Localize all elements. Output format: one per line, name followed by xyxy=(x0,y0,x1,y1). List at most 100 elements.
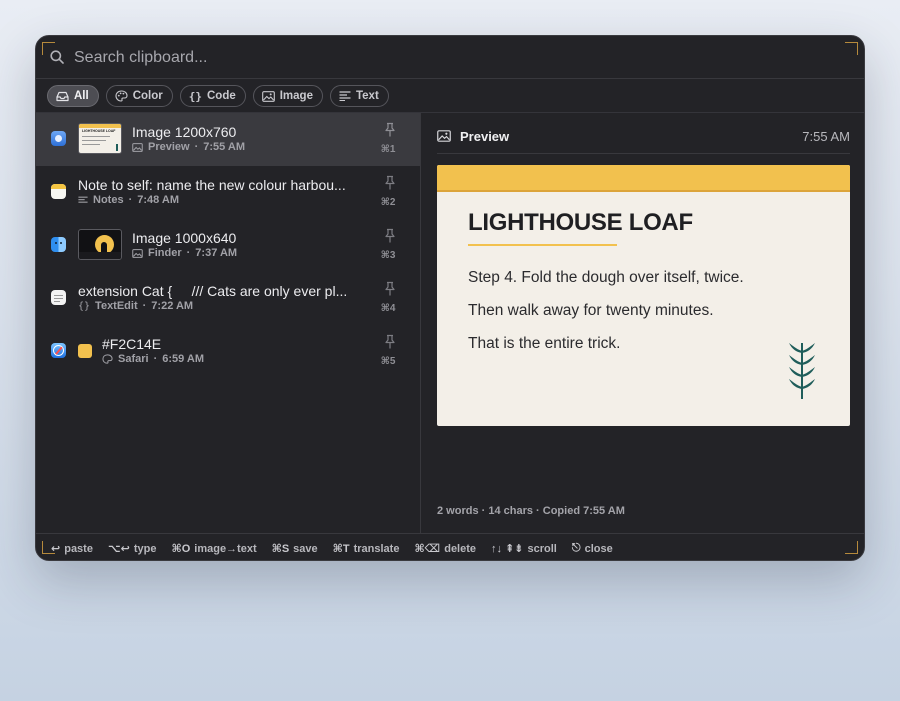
filter-chip-image[interactable]: Image xyxy=(252,85,323,107)
hint-key: ↩ xyxy=(51,543,61,555)
item-app: Safari xyxy=(118,353,149,365)
image-thumbnail: LIGHTHOUSE LOAF xyxy=(78,123,122,154)
meta-separator: · xyxy=(153,353,158,365)
item-app: Finder xyxy=(148,247,182,259)
filter-chip-code[interactable]: {} Code xyxy=(179,85,246,107)
item-title: Note to self: name the new colour harbou… xyxy=(78,177,346,193)
clipboard-window: All Color {} Code Image Text LIGHTHO xyxy=(35,35,865,561)
meta-separator: · xyxy=(186,247,191,259)
item-app: TextEdit xyxy=(95,300,138,312)
hint-paste[interactable]: ↩ paste xyxy=(51,542,93,556)
search-icon xyxy=(50,50,64,64)
hint-label: save xyxy=(293,542,318,555)
card-header-band xyxy=(437,165,850,192)
list-item[interactable]: extension Cat { /// Cats are only ever p… xyxy=(36,272,420,325)
hint-label: image→text xyxy=(194,542,257,555)
finder-app-icon xyxy=(51,237,66,252)
thumbnail-title: LIGHTHOUSE LOAF xyxy=(82,129,116,133)
hint-key: ⎋ xyxy=(571,542,581,554)
item-app: Preview xyxy=(148,141,190,153)
filter-chip-all[interactable]: All xyxy=(47,85,99,107)
textedit-app-icon xyxy=(51,290,66,305)
item-time: 7:55 AM xyxy=(203,141,246,153)
hint-label: delete xyxy=(444,542,477,555)
meta-separator: · xyxy=(128,194,133,206)
image-icon xyxy=(437,130,451,142)
pin-icon[interactable] xyxy=(384,175,396,191)
color-swatch xyxy=(78,344,92,358)
filter-chip-text[interactable]: Text xyxy=(329,85,389,107)
meta-separator: · xyxy=(142,300,147,312)
hint-key: ⌘⌫ xyxy=(414,543,441,555)
hint-close[interactable]: ⎋ close xyxy=(572,542,613,555)
shortcut-hints: ↩ paste ⌥↩ type ⌘O image→text ⌘S save ⌘T tran… xyxy=(51,542,613,555)
shortcut-footer: ↩ paste ⌥↩ type ⌘O image→text ⌘S save ⌘T tran… xyxy=(36,533,864,560)
item-meta: {} TextEdit · 7:22 AM xyxy=(78,300,193,312)
filter-label: Image xyxy=(279,90,313,102)
preview-stats: 2 words · 14 chars · Copied 7:55 AM xyxy=(437,505,625,517)
hint-label: paste xyxy=(64,542,93,555)
list-item[interactable]: Image 1000x640 Finder · 7:37 AM ⌘3 xyxy=(36,219,420,272)
hint-image-to-text[interactable]: ⌘O image→text xyxy=(171,542,257,556)
pin-icon[interactable] xyxy=(384,334,396,350)
notes-app-icon xyxy=(51,184,66,199)
tray-icon xyxy=(56,91,69,101)
braces-icon: {} xyxy=(78,300,91,312)
clipboard-list: LIGHTHOUSE LOAF Image 1200x760 Preview ·… xyxy=(36,113,421,533)
hint-translate[interactable]: ⌘T translate xyxy=(332,542,400,556)
search-input[interactable] xyxy=(72,45,776,71)
palette-icon xyxy=(102,354,113,364)
item-shortcut: ⌘1 xyxy=(380,144,396,155)
pin-icon[interactable] xyxy=(384,281,396,297)
safari-app-icon xyxy=(51,343,66,358)
hint-key: ⌘O xyxy=(171,543,191,555)
filter-chip-color[interactable]: Color xyxy=(105,85,173,107)
item-title: Image 1200x760 xyxy=(132,124,237,140)
item-meta: Safari · 6:59 AM xyxy=(102,353,204,365)
item-shortcut: ⌘2 xyxy=(380,197,396,208)
preview-label: Preview xyxy=(460,129,510,144)
hint-save[interactable]: ⌘S save xyxy=(272,542,318,556)
card-underline xyxy=(468,244,617,246)
hint-delete[interactable]: ⌘⌫ delete xyxy=(414,542,477,556)
divider xyxy=(437,153,850,154)
card-title: LIGHTHOUSE LOAF xyxy=(468,209,693,236)
hint-label: close xyxy=(584,542,613,555)
preview-time: 7:55 AM xyxy=(802,129,850,144)
wheat-leaf-icon xyxy=(789,343,815,399)
pin-icon[interactable] xyxy=(384,122,396,138)
list-item[interactable]: #F2C14E Safari · 6:59 AM ⌘5 xyxy=(36,325,420,378)
card-line: Step 4. Fold the dough over itself, twic… xyxy=(468,269,744,286)
text-lines-icon xyxy=(78,196,88,203)
filter-bar: All Color {} Code Image Text xyxy=(47,85,389,107)
hint-label: translate xyxy=(353,542,400,555)
item-app: Notes xyxy=(93,194,124,206)
item-meta: Notes · 7:48 AM xyxy=(78,194,179,206)
item-time: 7:22 AM xyxy=(151,300,194,312)
pin-icon[interactable] xyxy=(384,228,396,244)
hint-type[interactable]: ⌥↩ type xyxy=(107,542,157,556)
filter-label: All xyxy=(74,90,89,102)
card-line: Then walk away for twenty minutes. xyxy=(468,302,714,319)
item-meta: Finder · 7:37 AM xyxy=(132,247,237,259)
hint-key: ⌘T xyxy=(332,543,350,555)
hint-key: ⌥↩ xyxy=(107,543,130,555)
preview-header: Preview 7:55 AM xyxy=(437,128,850,148)
item-time: 6:59 AM xyxy=(162,353,205,365)
hint-key: ↑↓ ⇞⇟ xyxy=(491,543,524,555)
image-icon xyxy=(132,142,143,152)
hint-scroll[interactable]: ↑↓ ⇞⇟ scroll xyxy=(491,542,557,556)
image-icon xyxy=(132,248,143,258)
item-meta: Preview · 7:55 AM xyxy=(132,141,245,153)
search-bar xyxy=(36,36,864,79)
list-item[interactable]: LIGHTHOUSE LOAF Image 1200x760 Preview ·… xyxy=(36,113,420,166)
item-title: Image 1000x640 xyxy=(132,230,237,246)
list-item[interactable]: Note to self: name the new colour harbou… xyxy=(36,166,420,219)
preview-pane: Preview 7:55 AM LIGHTHOUSE LOAF Step 4. … xyxy=(437,113,850,533)
filter-label: Code xyxy=(206,90,236,102)
card-line: That is the entire trick. xyxy=(468,335,621,352)
item-title: extension Cat { /// Cats are only ever p… xyxy=(78,283,348,299)
item-shortcut: ⌘4 xyxy=(380,303,396,314)
text-lines-icon xyxy=(339,91,351,101)
item-shortcut: ⌘5 xyxy=(380,356,396,367)
